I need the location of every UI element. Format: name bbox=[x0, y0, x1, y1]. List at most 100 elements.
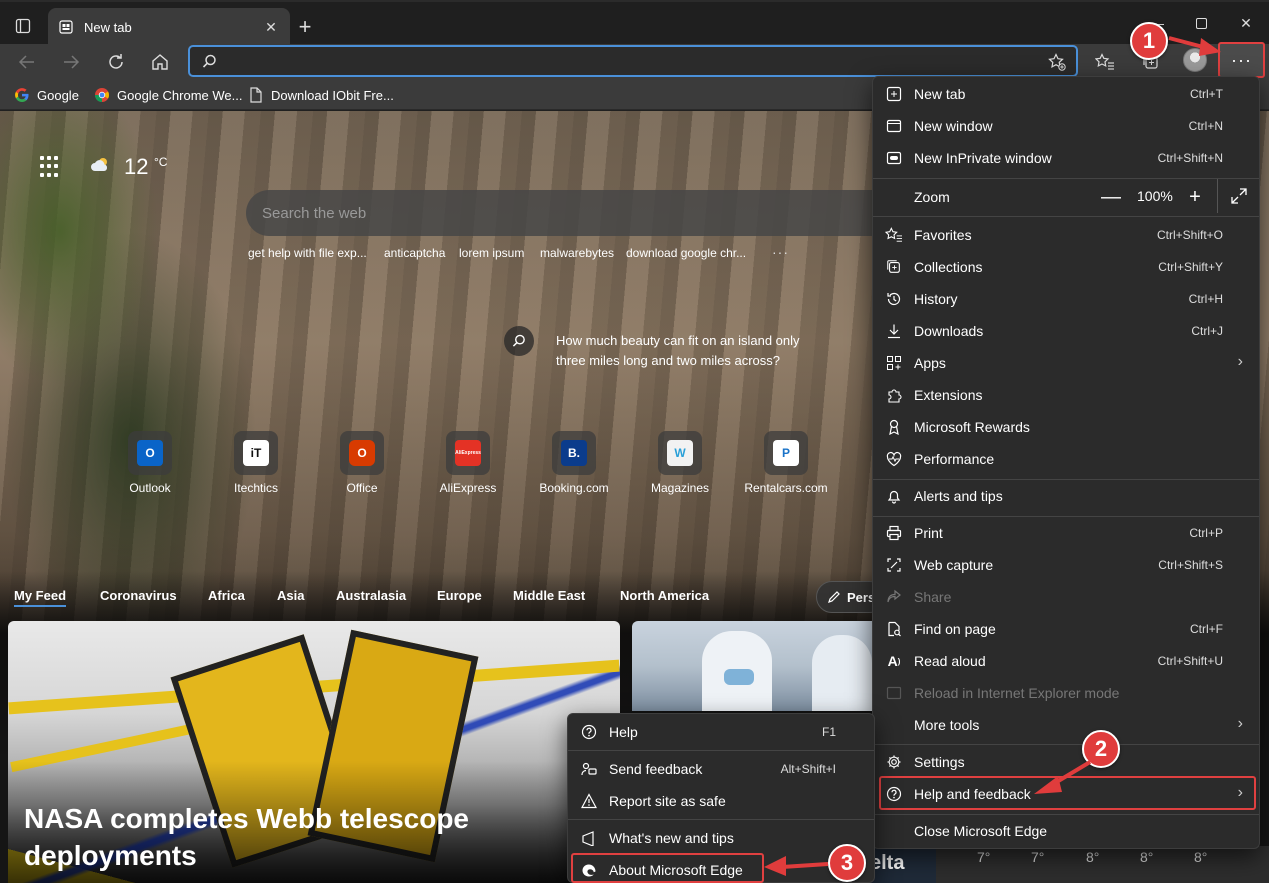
menu-item-new-window[interactable]: New window Ctrl+N bbox=[873, 110, 1259, 142]
menu-item-collections[interactable]: Collections Ctrl+Shift+Y bbox=[873, 251, 1259, 283]
menu-item-downloads[interactable]: Downloads Ctrl+J bbox=[873, 315, 1259, 347]
feed-tab-north-america[interactable]: North America bbox=[620, 588, 709, 603]
menu-item-favorites[interactable]: Favorites Ctrl+Shift+O bbox=[873, 219, 1259, 251]
extensions-icon bbox=[885, 387, 903, 403]
feed-tab-coronavirus[interactable]: Coronavirus bbox=[100, 588, 177, 603]
image-info-button[interactable] bbox=[504, 326, 534, 356]
add-favorite-icon[interactable] bbox=[1048, 53, 1066, 74]
quick-link-aliexpress[interactable]: AliExpress AliExpress bbox=[423, 431, 513, 495]
step-arrow-2 bbox=[1034, 760, 1092, 794]
quick-link-rentalcars[interactable]: P Rentalcars.com bbox=[741, 431, 831, 495]
feed-tab-asia[interactable]: Asia bbox=[277, 588, 304, 603]
tips-icon bbox=[580, 830, 598, 846]
menu-item-label: Find on page bbox=[914, 621, 996, 637]
submenu-separator bbox=[568, 819, 874, 820]
back-button[interactable] bbox=[12, 48, 42, 76]
menu-item-close-edge[interactable]: Close Microsoft Edge bbox=[873, 815, 1259, 847]
settings-and-more-menu: New tab Ctrl+T New window Ctrl+N New InP… bbox=[872, 76, 1260, 849]
menu-item-label: Microsoft Rewards bbox=[914, 419, 1030, 435]
ie-mode-icon bbox=[885, 685, 903, 701]
submenu-item-send-feedback[interactable]: Send feedback Alt+Shift+I bbox=[568, 753, 874, 785]
new-tab-button[interactable]: + bbox=[292, 14, 318, 40]
menu-item-label: Share bbox=[914, 589, 952, 605]
bookmark-chrome[interactable]: Google Chrome We... bbox=[94, 85, 242, 105]
menu-item-performance[interactable]: Performance bbox=[873, 443, 1259, 475]
chevron-right-icon: › bbox=[1237, 353, 1243, 370]
fullscreen-icon[interactable] bbox=[1230, 187, 1248, 205]
menu-item-extensions[interactable]: Extensions bbox=[873, 379, 1259, 411]
news-card-3-text: elta bbox=[870, 852, 905, 874]
history-icon bbox=[885, 291, 903, 307]
suggestion-item[interactable]: get help with file exp... bbox=[248, 246, 367, 260]
submenu-item-report-site[interactable]: Report site as safe bbox=[568, 785, 874, 817]
home-button[interactable] bbox=[145, 48, 175, 76]
suggestion-item[interactable]: anticaptcha bbox=[384, 246, 445, 260]
refresh-icon bbox=[109, 54, 123, 69]
temperature-value[interactable]: 12 bbox=[124, 154, 148, 180]
quick-link-label: Booking.com bbox=[539, 481, 609, 495]
address-input[interactable] bbox=[226, 51, 1026, 71]
settings-and-more-button[interactable]: ··· bbox=[1218, 42, 1265, 78]
menu-item-label: History bbox=[914, 291, 958, 307]
menu-item-new-tab[interactable]: New tab Ctrl+T bbox=[873, 78, 1259, 110]
quick-link-booking[interactable]: B. Booking.com bbox=[529, 431, 619, 495]
menu-item-shortcut: Ctrl+N bbox=[1188, 119, 1223, 133]
quick-link-label: Magazines bbox=[650, 481, 710, 495]
close-window-button[interactable]: ✕ bbox=[1231, 10, 1261, 36]
bookmark-google[interactable]: Google bbox=[14, 85, 79, 105]
tab-close-icon[interactable]: ✕ bbox=[262, 18, 280, 36]
quick-link-magazines[interactable]: W Magazines bbox=[635, 431, 725, 495]
menu-item-label: Close Microsoft Edge bbox=[914, 823, 1048, 839]
feed-tab-middle-east[interactable]: Middle East bbox=[513, 588, 585, 603]
forward-button[interactable] bbox=[56, 48, 86, 76]
submenu-item-label: Report site as safe bbox=[609, 793, 726, 809]
zoom-in-button[interactable]: + bbox=[1182, 184, 1208, 210]
quick-link-itechtics[interactable]: iT Itechtics bbox=[211, 431, 301, 495]
quick-link-outlook[interactable]: O Outlook bbox=[105, 431, 195, 495]
new-tab-page-icon bbox=[58, 19, 74, 35]
bookmark-iobit[interactable]: Download IObit Fre... bbox=[248, 85, 394, 105]
quick-link-office[interactable]: O Office bbox=[317, 431, 407, 495]
tab-title: New tab bbox=[84, 19, 132, 35]
suggestion-item[interactable]: malwarebytes bbox=[540, 246, 614, 260]
menu-item-print[interactable]: Print Ctrl+P bbox=[873, 517, 1259, 549]
web-search-box[interactable]: Search the web bbox=[246, 190, 886, 236]
forecast-temp: 7° bbox=[977, 849, 991, 865]
tab-actions-button[interactable] bbox=[10, 14, 36, 38]
feed-tab-europe[interactable]: Europe bbox=[437, 588, 482, 603]
menu-item-read-aloud[interactable]: A) Read aloud Ctrl+Shift+U bbox=[873, 645, 1259, 677]
news-card-title[interactable]: NASA completes Webb telescope deployment… bbox=[24, 800, 544, 874]
feed-tab-africa[interactable]: Africa bbox=[208, 588, 245, 603]
inprivate-icon bbox=[885, 150, 903, 166]
image-caption[interactable]: How much beauty can fit on an island onl… bbox=[556, 331, 806, 371]
zoom-out-button[interactable]: — bbox=[1098, 184, 1124, 210]
zoom-divider bbox=[1217, 179, 1218, 213]
help-icon bbox=[580, 724, 598, 740]
pencil-icon bbox=[828, 591, 840, 603]
browser-tab[interactable]: New tab ✕ bbox=[48, 8, 290, 46]
menu-item-alerts-and-tips[interactable]: Alerts and tips bbox=[873, 480, 1259, 512]
suggestion-item[interactable]: lorem ipsum bbox=[459, 246, 524, 260]
read-aloud-icon: A) bbox=[887, 653, 901, 669]
news-card-image-2[interactable] bbox=[632, 621, 872, 711]
address-bar[interactable] bbox=[188, 45, 1078, 77]
menu-item-web-capture[interactable]: Web capture Ctrl+Shift+S bbox=[873, 549, 1259, 581]
submenu-item-whats-new[interactable]: What's new and tips bbox=[568, 822, 874, 854]
menu-item-new-inprivate-window[interactable]: New InPrivate window Ctrl+Shift+N bbox=[873, 142, 1259, 174]
refresh-button[interactable] bbox=[101, 48, 131, 76]
menu-separator bbox=[873, 744, 1259, 745]
menu-item-apps[interactable]: Apps › bbox=[873, 347, 1259, 379]
menu-item-microsoft-rewards[interactable]: Microsoft Rewards bbox=[873, 411, 1259, 443]
suggestion-item[interactable]: download google chr... bbox=[626, 246, 746, 260]
apps-launcher-icon[interactable] bbox=[40, 156, 62, 178]
menu-item-history[interactable]: History Ctrl+H bbox=[873, 283, 1259, 315]
menu-item-label: Zoom bbox=[914, 189, 950, 205]
submenu-item-shortcut: Alt+Shift+I bbox=[780, 762, 836, 776]
menu-item-find-on-page[interactable]: Find on page Ctrl+F bbox=[873, 613, 1259, 645]
feed-tab-australasia[interactable]: Australasia bbox=[336, 588, 406, 603]
menu-item-more-tools[interactable]: More tools › bbox=[873, 709, 1259, 741]
more-suggestions-icon[interactable]: ··· bbox=[772, 244, 789, 260]
submenu-item-help[interactable]: Help F1 bbox=[568, 716, 874, 748]
feed-tab-my-feed[interactable]: My Feed bbox=[14, 588, 67, 607]
favorites-button[interactable] bbox=[1092, 50, 1118, 74]
